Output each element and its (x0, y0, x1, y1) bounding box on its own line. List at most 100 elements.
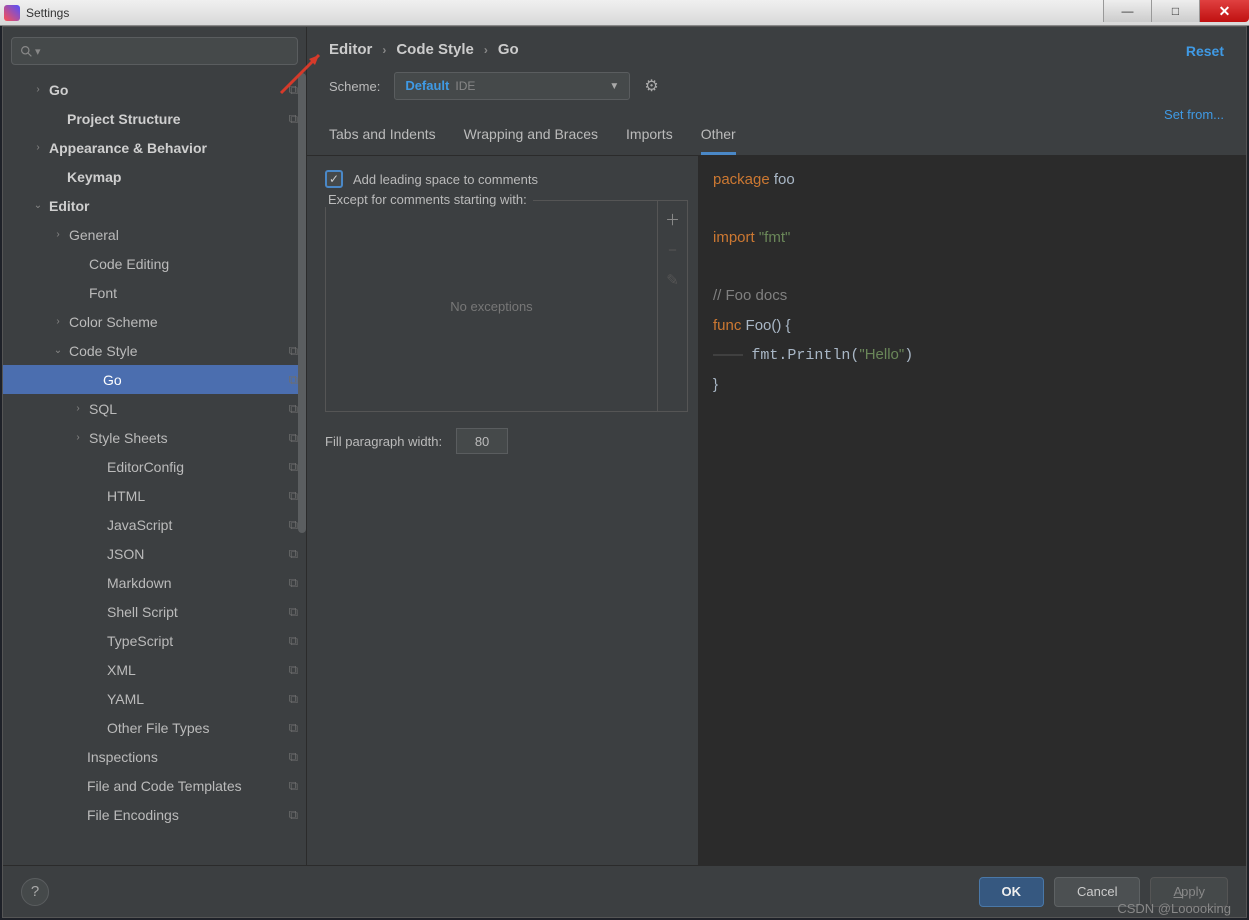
tree-item-style-sheets[interactable]: ›Style Sheets⧉ (3, 423, 306, 452)
except-legend: Except for comments starting with: (322, 192, 533, 207)
tree-item-font[interactable]: Font (3, 278, 306, 307)
chevron-icon: ⌄ (51, 345, 65, 356)
tree-item-keymap[interactable]: Keymap (3, 162, 306, 191)
maximize-button[interactable]: □ (1151, 0, 1199, 22)
remove-exception-button[interactable]: − (668, 242, 677, 259)
tree-item-color-scheme[interactable]: ›Color Scheme (3, 307, 306, 336)
except-fieldset: Except for comments starting with: No ex… (325, 200, 688, 412)
config-scope-icon: ⧉ (289, 343, 298, 359)
settings-dialog: ▾ ›Go⧉Project Structure⧉›Appearance & Be… (2, 26, 1247, 918)
search-input[interactable]: ▾ (11, 37, 298, 65)
config-scope-icon: ⧉ (289, 807, 298, 823)
apply-button[interactable]: Apply (1150, 877, 1228, 907)
dialog-footer: ? OK Cancel Apply (3, 865, 1246, 917)
tree-item-file-and-code-templates[interactable]: File and Code Templates⧉ (3, 771, 306, 800)
add-exception-button[interactable]: ＋ (665, 209, 680, 230)
form-panel: ✓ Add leading space to comments Except f… (307, 156, 699, 865)
breadcrumb-part: Go (498, 41, 519, 58)
chevron-icon: ⌄ (31, 200, 45, 211)
breadcrumb: Editor › Code Style › Go (329, 41, 1224, 58)
exceptions-empty-text: No exceptions (326, 201, 657, 411)
config-scope-icon: ⧉ (289, 82, 298, 98)
tree-item-json[interactable]: JSON⧉ (3, 539, 306, 568)
leading-space-checkbox[interactable]: ✓ (325, 170, 343, 188)
config-scope-icon: ⧉ (289, 604, 298, 620)
config-scope-icon: ⧉ (289, 778, 298, 794)
config-scope-icon: ⧉ (289, 401, 298, 417)
app-icon (4, 5, 20, 21)
config-scope-icon: ⧉ (289, 430, 298, 446)
tree-item-appearance-behavior[interactable]: ›Appearance & Behavior (3, 133, 306, 162)
set-from-link[interactable]: Set from... (1164, 107, 1224, 122)
config-scope-icon: ⧉ (289, 546, 298, 562)
gear-icon[interactable]: ⚙ (644, 76, 658, 96)
main-header: Editor › Code Style › Go Reset Scheme: D… (307, 27, 1246, 108)
tree-item-general[interactable]: ›General (3, 220, 306, 249)
tab-imports[interactable]: Imports (626, 126, 673, 155)
ok-button[interactable]: OK (979, 877, 1045, 907)
dialog-content: ▾ ›Go⧉Project Structure⧉›Appearance & Be… (3, 27, 1246, 865)
tree-item-file-encodings[interactable]: File Encodings⧉ (3, 800, 306, 829)
minimize-button[interactable]: ― (1103, 0, 1151, 22)
leading-space-label: Add leading space to comments (353, 172, 538, 187)
main-panel: Editor › Code Style › Go Reset Scheme: D… (307, 27, 1246, 865)
config-scope-icon: ⧉ (289, 517, 298, 533)
config-scope-icon: ⧉ (289, 720, 298, 736)
config-scope-icon: ⧉ (289, 488, 298, 504)
tree-item-code-style[interactable]: ⌄Code Style⧉ (3, 336, 306, 365)
tree-item-go[interactable]: ›Go⧉ (3, 75, 306, 104)
tree-item-editor[interactable]: ⌄Editor (3, 191, 306, 220)
tabs: Tabs and Indents Wrapping and Braces Impor… (307, 108, 1246, 156)
tree-item-html[interactable]: HTML⧉ (3, 481, 306, 510)
tree-item-javascript[interactable]: JavaScript⧉ (3, 510, 306, 539)
breadcrumb-part[interactable]: Editor (329, 41, 372, 58)
tab-other[interactable]: Other (701, 126, 736, 155)
tree-item-sql[interactable]: ›SQL⧉ (3, 394, 306, 423)
panel-body: ✓ Add leading space to comments Except f… (307, 156, 1246, 865)
leading-space-checkbox-row: ✓ Add leading space to comments (325, 170, 688, 188)
tree-scrollbar[interactable] (298, 73, 306, 865)
breadcrumb-sep-icon: › (382, 43, 386, 57)
fill-width-label: Fill paragraph width: (325, 434, 442, 449)
config-scope-icon: ⧉ (289, 662, 298, 678)
tab-wrapping-and-braces[interactable]: Wrapping and Braces (464, 126, 598, 155)
sidebar: ▾ ›Go⧉Project Structure⧉›Appearance & Be… (3, 27, 307, 865)
tree-item-go[interactable]: Go⧉ (3, 365, 306, 394)
settings-tree[interactable]: ›Go⧉Project Structure⧉›Appearance & Beha… (3, 75, 306, 865)
tree-item-xml[interactable]: XML⧉ (3, 655, 306, 684)
fill-width-input[interactable] (456, 428, 508, 454)
window-buttons: ― □ ✕ (1103, 0, 1249, 22)
search-icon (20, 45, 33, 58)
tree-item-markdown[interactable]: Markdown⧉ (3, 568, 306, 597)
breadcrumb-part[interactable]: Code Style (396, 41, 474, 58)
tree-item-other-file-types[interactable]: Other File Types⧉ (3, 713, 306, 742)
tree-item-project-structure[interactable]: Project Structure⧉ (3, 104, 306, 133)
tab-tabs-and-indents[interactable]: Tabs and Indents (329, 126, 436, 155)
tree-item-shell-script[interactable]: Shell Script⧉ (3, 597, 306, 626)
chevron-icon: › (51, 316, 65, 327)
tree-item-inspections[interactable]: Inspections⧉ (3, 742, 306, 771)
help-button[interactable]: ? (21, 878, 49, 906)
chevron-icon: › (51, 229, 65, 240)
scheme-label: Scheme: (329, 79, 380, 94)
scheme-select[interactable]: DefaultIDE ▼ (394, 72, 630, 100)
config-scope-icon: ⧉ (289, 372, 298, 388)
edit-exception-button[interactable]: ✎ (666, 271, 679, 289)
chevron-icon: › (31, 142, 45, 153)
close-button[interactable]: ✕ (1199, 0, 1249, 22)
cancel-button[interactable]: Cancel (1054, 877, 1140, 907)
tree-item-code-editing[interactable]: Code Editing (3, 249, 306, 278)
code-preview: package foo import "fmt" // Foo docs fun… (699, 156, 1246, 865)
chevron-icon: › (31, 84, 45, 95)
breadcrumb-sep-icon: › (484, 43, 488, 57)
tree-item-yaml[interactable]: YAML⧉ (3, 684, 306, 713)
tree-item-typescript[interactable]: TypeScript⧉ (3, 626, 306, 655)
tree-item-editorconfig[interactable]: EditorConfig⧉ (3, 452, 306, 481)
chevron-icon: › (71, 403, 85, 414)
reset-link[interactable]: Reset (1186, 43, 1224, 59)
config-scope-icon: ⧉ (289, 691, 298, 707)
config-scope-icon: ⧉ (289, 633, 298, 649)
config-scope-icon: ⧉ (289, 575, 298, 591)
exceptions-box: No exceptions ＋ − ✎ (326, 201, 687, 411)
chevron-down-icon: ▼ (609, 81, 619, 92)
